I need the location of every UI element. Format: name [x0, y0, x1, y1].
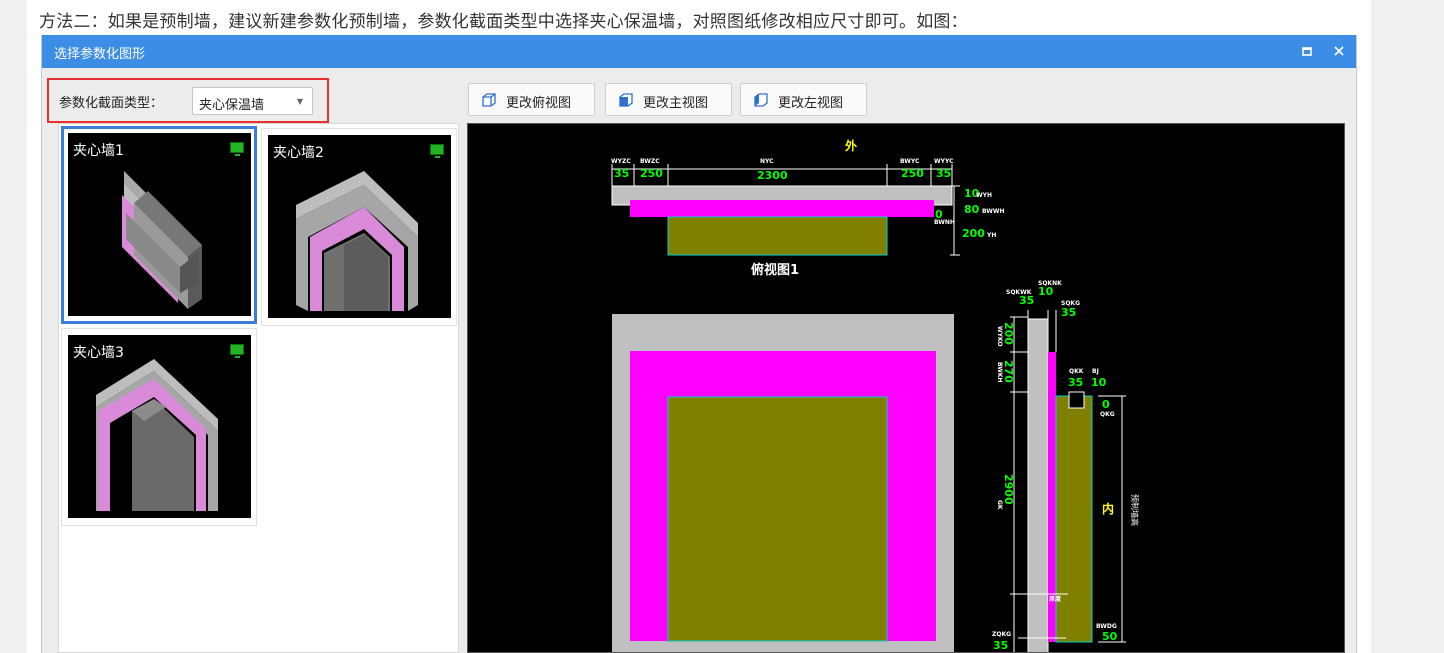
- monitor-icon: [230, 344, 244, 358]
- side-height-code: 预制墙高: [1130, 494, 1140, 526]
- parametric-shape-dialog: 选择参数化图形 参数化截面类型： 夹心保温墙 ▼ 更改俯视图 更改主视图 更改左…: [41, 35, 1357, 653]
- side-value-bwdg: 50: [1102, 630, 1118, 643]
- shape-card-title: 夹心墙1: [73, 143, 124, 159]
- side-code-bwdg: BWDG: [1096, 623, 1117, 630]
- change-top-view-button[interactable]: 更改俯视图: [468, 83, 595, 116]
- top-view-inner-wythe: [667, 216, 888, 256]
- side-code-wyko: WYKO: [996, 326, 1003, 346]
- dim-value-bwyc: 250: [901, 167, 924, 180]
- side-code-qkk: QKK: [1069, 368, 1084, 375]
- shape-gallery: 夹心墙1 夹心墙2 夹心墙3: [58, 123, 459, 653]
- side-value-zqkg: 35: [993, 639, 1008, 652]
- dialog-titlebar: 选择参数化图形: [42, 35, 1356, 68]
- shape-card-2[interactable]: 夹心墙2: [261, 128, 457, 326]
- side-value-qkk: 35: [1068, 376, 1083, 389]
- dim-code-wyyc: WYYC: [934, 158, 954, 165]
- front-view-inner-wythe: [667, 396, 888, 642]
- section-type-value: 夹心保温墙: [199, 98, 265, 113]
- dim-code-bwzc: BWZC: [640, 158, 660, 165]
- side-view-inner-wythe: [1055, 395, 1093, 643]
- monitor-icon: [230, 142, 244, 156]
- maximize-icon[interactable]: [1296, 40, 1318, 62]
- side-code-bj: BJ: [1092, 368, 1099, 375]
- side-value-bj: 10: [1091, 376, 1107, 389]
- section-type-highlight: 参数化截面类型： 夹心保温墙 ▼: [47, 78, 329, 123]
- dim-code-bwwh: BWWH: [982, 208, 1005, 215]
- left-margin: [0, 0, 27, 653]
- section-type-label: 参数化截面类型：: [59, 96, 164, 111]
- parameter-drawing-viewer: 外 WYZC BWZC NYC BWYC WYYC 35 250 2300 25…: [467, 123, 1345, 653]
- top-view-title: 俯视图1: [751, 262, 799, 278]
- dim-value-nyc: 2300: [757, 169, 788, 182]
- side-view-notch: [1068, 391, 1085, 409]
- change-left-view-button[interactable]: 更改左视图: [740, 83, 867, 116]
- dim-value-wyyc: 35: [936, 167, 951, 180]
- side-view-outer-wythe: [1027, 318, 1049, 652]
- side-value-gk: 2900: [1002, 474, 1015, 505]
- monitor-icon: [430, 144, 444, 158]
- dim-code-wyzc: WYZC: [611, 158, 631, 165]
- change-front-view-button[interactable]: 更改主视图: [605, 83, 732, 116]
- change-left-view-label: 更改左视图: [778, 96, 844, 111]
- shape-thumbnail-2: 夹心墙2: [268, 135, 451, 318]
- dialog-title: 选择参数化图形: [54, 47, 146, 62]
- shape-card-title: 夹心墙2: [273, 145, 324, 161]
- change-front-view-label: 更改主视图: [643, 96, 709, 111]
- dim-code-wyh: WYH: [976, 192, 992, 199]
- left-view-icon: [753, 92, 769, 108]
- dim-code-nyc: NYC: [760, 158, 774, 165]
- side-code-zqkg: ZQKG: [992, 631, 1011, 638]
- dim-value-yh: 200: [962, 227, 985, 240]
- dim-code-yh: YH: [986, 232, 996, 239]
- intro-text: 方法二：如果是预制墙，建议新建参数化预制墙，参数化截面类型中选择夹心保温墙，对照…: [39, 12, 968, 32]
- shape-card-1[interactable]: 夹心墙1: [61, 126, 257, 324]
- dim-value-bwzc: 250: [640, 167, 663, 180]
- interior-label: 内: [1102, 501, 1114, 516]
- dim-code-bwyc: BWYC: [900, 158, 920, 165]
- dim-code-bwnh: BWNH: [934, 219, 955, 226]
- top-view-insulation: [630, 200, 934, 217]
- shape-thumbnail-3: 夹心墙3: [68, 335, 251, 518]
- front-view-icon: [618, 92, 634, 108]
- top-view-icon: [481, 92, 497, 108]
- side-value-sqknk: 10: [1038, 285, 1054, 298]
- side-code-qkg: QKG: [1100, 411, 1115, 418]
- side-box-label: 厚度: [1049, 595, 1062, 603]
- side-value-sqkg: 35: [1061, 306, 1076, 319]
- change-top-view-label: 更改俯视图: [506, 96, 572, 111]
- side-value-sqkwk: 35: [1019, 294, 1034, 307]
- right-margin: [1371, 0, 1444, 653]
- dim-value-bwwh: 80: [964, 203, 980, 216]
- shape-card-title: 夹心墙3: [73, 345, 124, 361]
- exterior-label: 外: [845, 138, 857, 153]
- section-type-select[interactable]: 夹心保温墙 ▼: [192, 87, 313, 115]
- close-icon[interactable]: [1328, 40, 1350, 62]
- side-code-bwkh: BWKH: [996, 362, 1003, 383]
- shape-card-3[interactable]: 夹心墙3: [61, 328, 257, 526]
- side-value-qkg: 0: [1102, 398, 1110, 411]
- side-code-gk: GK: [996, 500, 1003, 510]
- side-value-wyko: 200: [1002, 322, 1015, 345]
- shape-thumbnail-1: 夹心墙1: [68, 133, 251, 316]
- chevron-down-icon: ▼: [296, 97, 303, 106]
- dim-value-wyzc: 35: [614, 167, 629, 180]
- side-value-bwkh: 270: [1002, 360, 1015, 383]
